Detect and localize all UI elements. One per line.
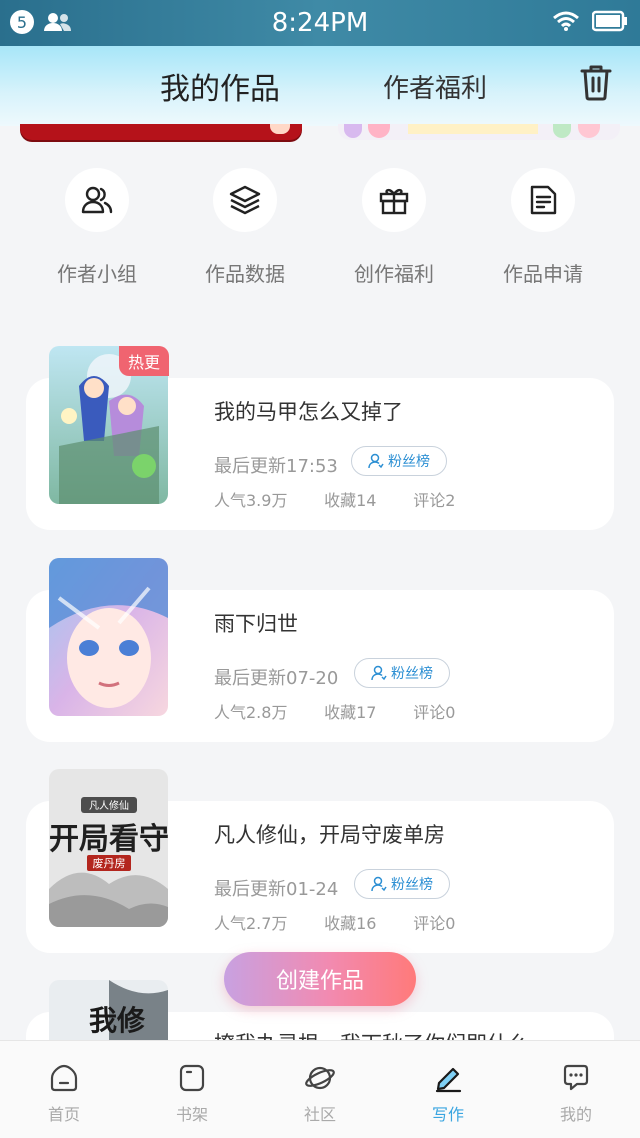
fans-ranking-button[interactable]: 粉丝榜 (351, 446, 447, 476)
status-left: 5 (10, 10, 72, 34)
tab-my-works[interactable]: 我的作品 (160, 64, 280, 108)
create-work-button[interactable]: 创建作品 (224, 952, 416, 1006)
quick-menu-creation-benefits[interactable]: 创作福利 (334, 168, 454, 287)
hot-update-badge: 热更 (119, 346, 169, 376)
work-popularity: 人气3.9万 (214, 491, 288, 510)
quick-menu-label: 作者小组 (57, 262, 137, 286)
nav-item-write[interactable]: 写作 (384, 1041, 512, 1138)
svg-text:废丹房: 废丹房 (93, 856, 126, 870)
fans-ranking-button[interactable]: 粉丝榜 (354, 658, 450, 688)
work-item[interactable]: 热更 我的马甲怎么又掉了 最后更新17:53 粉丝榜 人气3.9万 收藏14 评… (0, 346, 640, 536)
tab-author-benefits[interactable]: 作者福利 (383, 68, 487, 105)
nav-item-bookshelf[interactable]: 书架 (128, 1041, 256, 1138)
contacts-icon (44, 13, 71, 31)
fans-ranking-button[interactable]: 粉丝榜 (354, 869, 450, 899)
work-cover[interactable]: 我修 (49, 980, 168, 1040)
planet-icon (305, 1066, 335, 1090)
quick-menu-label: 作品数据 (205, 262, 285, 286)
fans-ranking-label: 粉丝榜 (391, 666, 433, 682)
work-comments: 评论2 (413, 491, 456, 510)
svg-text:我修: 我修 (89, 1004, 146, 1037)
quick-menu-work-data[interactable]: 作品数据 (185, 168, 305, 287)
document-icon (530, 185, 557, 215)
nav-item-mine[interactable]: 我的 (512, 1041, 640, 1138)
status-bar: 5 8:24PM (0, 0, 640, 46)
work-title[interactable]: 撩我办灵根，我下秋了你们即什么 (214, 1028, 529, 1040)
work-popularity: 人气2.7万 (214, 914, 288, 933)
battery-icon (592, 10, 627, 32)
work-comments: 评论0 (413, 914, 456, 933)
banner-card[interactable] (338, 124, 620, 140)
trash-icon (580, 65, 612, 101)
quick-menu-label: 作品申请 (503, 262, 583, 286)
home-icon (50, 1064, 78, 1092)
status-time: 8:24PM (271, 8, 369, 38)
cover-illustration: 凡人修仙 开局看守 废丹房 (49, 769, 168, 927)
bottom-nav: 首页 书架 社区 写作 我的 (0, 1040, 640, 1138)
quick-menu-author-group[interactable]: 作者小组 (37, 168, 157, 287)
nav-label: 书架 (175, 1105, 208, 1124)
work-item[interactable]: 凡人修仙 开局看守 废丹房 凡人修仙，开局守废单房 最后更新01-24 粉丝榜 … (0, 769, 640, 959)
banner-card[interactable] (20, 124, 302, 140)
work-last-updated: 最后更新17:53 (214, 456, 338, 477)
nav-item-home[interactable]: 首页 (0, 1041, 128, 1138)
fans-ranking-label: 粉丝榜 (388, 454, 430, 470)
work-last-updated: 最后更新01-24 (214, 879, 339, 900)
chat-icon (563, 1064, 589, 1091)
notification-count-badge: 5 (10, 10, 34, 34)
fans-ranking-label: 粉丝榜 (391, 877, 433, 893)
svg-text:开局看守: 开局看守 (49, 822, 168, 857)
work-last-updated: 最后更新07-20 (214, 668, 339, 689)
quick-menu-work-application[interactable]: 作品申请 (483, 168, 603, 287)
wifi-icon (553, 11, 579, 31)
work-title[interactable]: 雨下归世 (214, 608, 298, 638)
work-cover[interactable] (49, 558, 168, 716)
people-icon (81, 186, 113, 214)
nav-label: 社区 (303, 1105, 336, 1124)
nav-item-community[interactable]: 社区 (256, 1041, 384, 1138)
nav-label: 首页 (47, 1105, 80, 1124)
pen-icon (435, 1067, 462, 1093)
quick-menu: 作者小组 作品数据 创作福利 作品申请 (0, 168, 640, 288)
nav-label: 我的 (559, 1105, 592, 1124)
work-stats: 人气2.8万 收藏17 评论0 (214, 699, 455, 723)
work-popularity: 人气2.8万 (214, 703, 288, 722)
user-icon (371, 876, 387, 892)
layers-icon (229, 185, 261, 215)
cover-illustration: 我修 (49, 980, 168, 1040)
work-title[interactable]: 凡人修仙，开局守废单房 (214, 819, 445, 849)
quick-menu-label: 创作福利 (354, 262, 434, 286)
work-comments: 评论0 (413, 703, 456, 722)
work-item[interactable]: 雨下归世 最后更新07-20 粉丝榜 人气2.8万 收藏17 评论0 (0, 558, 640, 748)
user-icon (371, 665, 387, 681)
status-right (552, 10, 628, 32)
gift-icon (379, 188, 409, 215)
nav-label: 写作 (431, 1105, 464, 1124)
work-title[interactable]: 我的马甲怎么又掉了 (214, 396, 403, 426)
work-favorites: 收藏16 (324, 914, 377, 933)
bookshelf-icon (179, 1064, 205, 1092)
top-header: 我的作品 作者福利 (0, 46, 640, 126)
work-favorites: 收藏17 (324, 703, 377, 722)
cover-illustration (49, 558, 168, 716)
work-cover[interactable]: 凡人修仙 开局看守 废丹房 (49, 769, 168, 927)
user-icon (368, 453, 384, 469)
work-stats: 人气2.7万 收藏16 评论0 (214, 910, 455, 934)
trash-button[interactable] (578, 62, 614, 102)
work-stats: 人气3.9万 收藏14 评论2 (214, 487, 455, 511)
work-favorites: 收藏14 (324, 491, 377, 510)
svg-text:凡人修仙: 凡人修仙 (89, 799, 129, 812)
